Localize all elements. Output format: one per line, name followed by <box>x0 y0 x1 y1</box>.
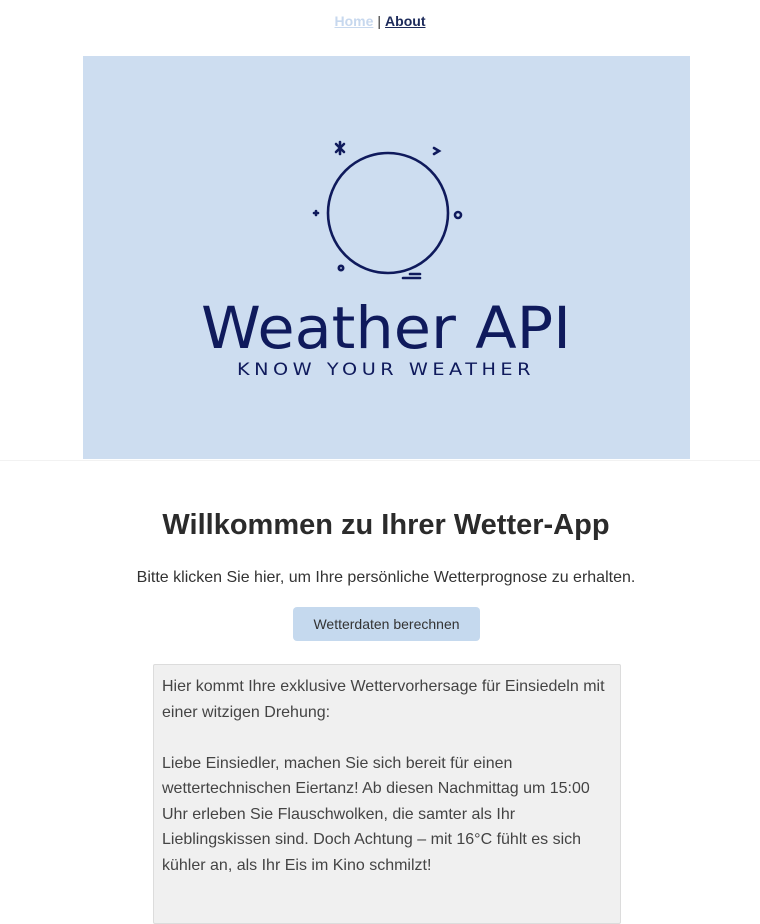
dot-icon <box>337 264 345 272</box>
logo-tagline: KNOW YOUR WEATHER <box>237 360 535 380</box>
forecast-text-box: Hier kommt Ihre exklusive Wettervorhersa… <box>153 664 621 924</box>
sparkle-icon <box>334 140 346 156</box>
top-navigation: Home | About <box>0 12 760 30</box>
page-title: Willkommen zu Ihrer Wetter-App <box>162 509 610 541</box>
intro-text: Bitte klicken Sie hier, um Ihre persönli… <box>136 569 636 586</box>
weather-api-banner: Weather API KNOW YOUR WEATHER <box>83 56 690 459</box>
nav-separator: | <box>377 13 382 29</box>
logo-title: Weather API <box>201 294 571 362</box>
logo-circle <box>326 151 450 275</box>
chevron-right-icon <box>432 146 442 156</box>
weather-api-logo: Weather API KNOW YOUR WEATHER <box>201 140 571 380</box>
dot-icon <box>453 210 463 220</box>
nav-link-about[interactable]: About <box>385 13 425 29</box>
divider <box>0 460 760 461</box>
forecast-paragraph: Hier kommt Ihre exklusive Wettervorhersa… <box>162 678 605 721</box>
dash-icon <box>401 272 422 280</box>
plus-icon <box>312 209 320 217</box>
forecast-paragraph: Liebe Einsiedler, machen Sie sich bereit… <box>162 754 590 874</box>
nav-link-home[interactable]: Home <box>335 13 374 29</box>
calculate-weather-button[interactable]: Wetterdaten berechnen <box>293 607 480 641</box>
